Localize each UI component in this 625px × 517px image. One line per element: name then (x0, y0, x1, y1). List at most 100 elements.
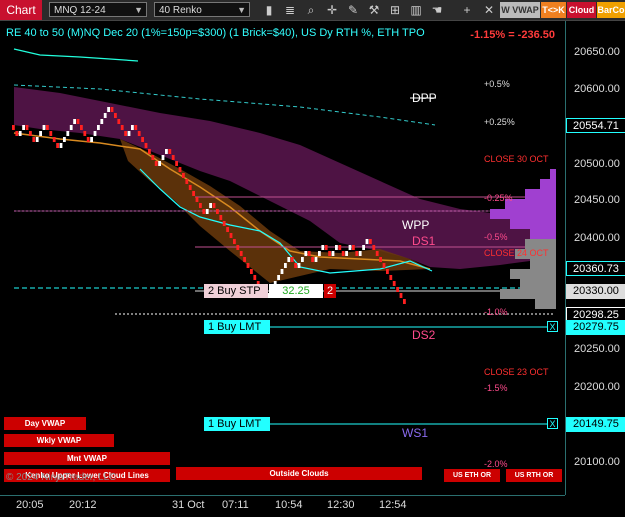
down-brick (399, 293, 403, 298)
price-label-cyan-4: 20149.75 (566, 417, 625, 432)
chart-toolbar: Chart MNQ 12-24 ▼ 40 Renko ▼ ▮ ≣ ⌕ ✛ ✎ ⚒… (0, 0, 625, 21)
grid-icon[interactable]: ⊞ (388, 3, 402, 17)
down-brick (49, 131, 53, 136)
down-brick (229, 233, 233, 238)
instrument-selector[interactable]: MNQ 12-24 ▼ (49, 2, 147, 17)
bar-type-value: 40 Renko (159, 5, 202, 16)
down-brick (328, 251, 331, 256)
down-brick (175, 161, 178, 166)
outside-clouds-button[interactable]: Outside Clouds (176, 467, 422, 480)
buy-stop-qty[interactable]: 2 (324, 284, 336, 298)
down-brick (148, 149, 151, 154)
weekly-vwap-button[interactable]: Wkly VWAP (4, 434, 114, 447)
cancel-order-1-icon[interactable]: X (547, 321, 558, 332)
up-brick (318, 251, 321, 256)
pencil-icon[interactable]: ✎ (346, 3, 360, 17)
instrument-value: MNQ 12-24 (54, 5, 106, 16)
down-brick (253, 275, 257, 280)
ws1-label: WS1 (402, 426, 429, 440)
down-brick (151, 155, 155, 160)
y-tick: 20200.00 (574, 381, 620, 393)
down-brick (76, 119, 80, 124)
y-tick: 20100.00 (574, 456, 620, 468)
down-brick (233, 239, 236, 244)
up-brick (335, 245, 338, 250)
up-brick (90, 137, 93, 142)
up-brick (73, 119, 76, 124)
plus-icon[interactable]: + (460, 3, 474, 17)
monthly-vwap-button[interactable]: Mnt VWAP (4, 452, 170, 465)
price-axis[interactable]: 20650.00 20600.00 20500.00 20450.00 2040… (565, 21, 625, 495)
chevron-down-icon: ▼ (237, 5, 246, 15)
y-tick: 20600.00 (574, 83, 620, 95)
up-brick (165, 149, 168, 154)
up-brick (103, 113, 107, 118)
up-brick (22, 125, 25, 130)
down-brick (307, 251, 311, 256)
down-brick (29, 131, 32, 136)
cloud-button[interactable]: Cloud (567, 2, 596, 18)
ds1-label: DS1 (412, 234, 436, 248)
chevron-down-icon: ▼ (134, 5, 143, 15)
close-icon[interactable]: ✕ (482, 3, 496, 17)
down-brick (178, 167, 182, 172)
up-brick (97, 125, 100, 130)
day-vwap-button[interactable]: Day VWAP (4, 417, 86, 430)
down-brick (188, 185, 192, 190)
barco-button[interactable]: BarCo (597, 2, 625, 18)
y-tick: 20650.00 (574, 46, 620, 58)
list-icon[interactable]: ≣ (283, 3, 297, 17)
dpp-label: DPP (412, 91, 437, 105)
time-axis[interactable]: 20:05 20:12 31 Oct 07:11 10:54 12:30 12:… (0, 495, 565, 517)
level-minus05: -0.5% (484, 232, 508, 242)
down-brick (243, 257, 246, 262)
buy-stop-price[interactable]: 32.25 (269, 284, 323, 298)
buy-stop-order[interactable]: 2 Buy STP (204, 284, 268, 298)
down-brick (396, 287, 399, 292)
up-brick (69, 125, 73, 130)
up-brick (93, 131, 97, 136)
up-brick (314, 257, 318, 262)
us-rth-or-button[interactable]: US RTH OR (506, 469, 562, 482)
price-label-white-1: 20330.00 (566, 284, 625, 299)
chart-plot-area[interactable]: RE 40 to 50 (M)NQ Dec 20 (1%=150p=$300) … (0, 21, 565, 495)
down-brick (86, 137, 90, 142)
down-brick (144, 143, 148, 148)
y-tick: 20250.00 (574, 343, 620, 355)
bars-icon[interactable]: ▥ (409, 3, 423, 17)
tools-icon[interactable]: ⚒ (367, 3, 381, 17)
bar-type-selector[interactable]: 40 Renko ▼ (154, 2, 250, 17)
up-brick (18, 131, 22, 136)
wvwap-button[interactable]: W VWAP (500, 2, 540, 18)
up-brick (205, 209, 209, 214)
down-brick (219, 215, 223, 220)
level-minus1: -1.0% (484, 307, 508, 317)
down-brick (372, 245, 376, 250)
down-brick (182, 173, 185, 178)
chart-tab[interactable]: Chart (0, 0, 42, 20)
us-eth-or-button[interactable]: US ETH OR (444, 469, 500, 482)
up-brick (107, 107, 110, 112)
level-minus2: -2.0% (484, 459, 508, 469)
tk-button[interactable]: T<>K (541, 2, 566, 18)
crosshair-icon[interactable]: ✛ (325, 3, 339, 17)
down-brick (117, 119, 121, 124)
hand-icon[interactable]: ☚ (430, 3, 444, 17)
magnifier-icon[interactable]: ⌕ (304, 3, 318, 17)
up-brick (287, 257, 291, 262)
down-brick (294, 263, 297, 268)
level-minus15: -1.5% (484, 383, 508, 393)
up-brick (127, 131, 131, 136)
buy-limit-order-2[interactable]: 1 Buy LMT (204, 417, 270, 431)
down-brick (12, 125, 15, 130)
buy-limit-order-1[interactable]: 1 Buy LMT (204, 320, 270, 334)
x-tick: 20:05 (16, 499, 44, 511)
up-brick (301, 257, 304, 262)
down-brick (192, 191, 195, 196)
bar-chart-icon[interactable]: ▮ (262, 3, 276, 17)
up-brick (131, 125, 134, 130)
up-brick (331, 251, 335, 256)
down-brick (216, 209, 219, 214)
down-brick (114, 113, 117, 118)
cancel-order-2-icon[interactable]: X (547, 418, 558, 429)
